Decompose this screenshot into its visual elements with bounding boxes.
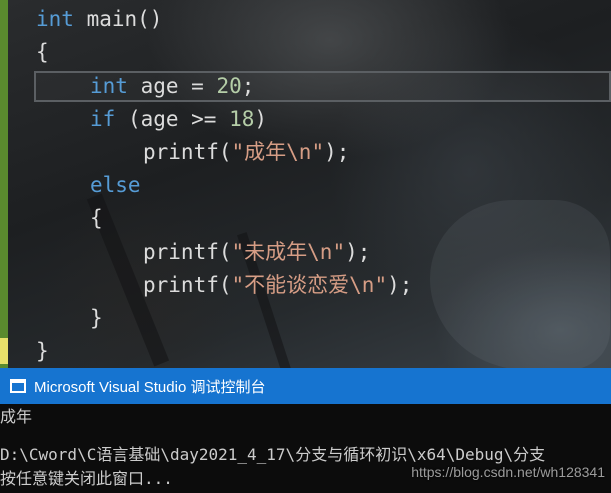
keyword: else [90, 173, 141, 197]
keyword: if [90, 107, 116, 131]
string-literal: "不能谈恋爱\n" [231, 273, 388, 297]
console-titlebar[interactable]: Microsoft Visual Studio 调试控制台 [0, 368, 611, 404]
code-line-8[interactable]: printf("未成年\n"); [143, 236, 370, 269]
code-line-3[interactable]: int age = 20; [90, 70, 254, 103]
console-output-line: 成年 [0, 407, 33, 426]
code-line-4[interactable]: if (age >= 18) [90, 103, 267, 136]
keyword: int [36, 7, 74, 31]
code-line-10[interactable]: } [90, 302, 103, 335]
string-literal: "未成年\n" [231, 240, 346, 264]
code-line-2[interactable]: { [36, 36, 49, 69]
console-output-line: D:\Cword\C语言基础\day2021_4_17\分支与循环初识\x64\… [0, 445, 546, 464]
code-line-9[interactable]: printf("不能谈恋爱\n"); [143, 269, 412, 302]
code-area[interactable]: int main() { int age = 20; if (age >= 18… [0, 0, 611, 368]
code-line-6[interactable]: else [90, 169, 141, 202]
keyword: int [90, 74, 128, 98]
code-line-7[interactable]: { [90, 202, 103, 235]
number-literal: 18 [229, 107, 255, 131]
string-literal: "成年\n" [231, 140, 325, 164]
debug-console-window[interactable]: Microsoft Visual Studio 调试控制台 成年 D:\Cwor… [0, 368, 611, 493]
code-line-5[interactable]: printf("成年\n"); [143, 136, 349, 169]
console-app-icon [10, 379, 26, 393]
number-literal: 20 [216, 74, 242, 98]
console-output-line: 按任意键关闭此窗口... [0, 469, 173, 488]
watermark-text: https://blog.csdn.net/wh128341 [411, 464, 605, 480]
code-line-1[interactable]: int main() [36, 3, 162, 36]
console-title: Microsoft Visual Studio 调试控制台 [34, 378, 266, 396]
code-editor[interactable]: int main() { int age = 20; if (age >= 18… [0, 0, 611, 368]
code-line-11[interactable]: } [36, 335, 49, 368]
